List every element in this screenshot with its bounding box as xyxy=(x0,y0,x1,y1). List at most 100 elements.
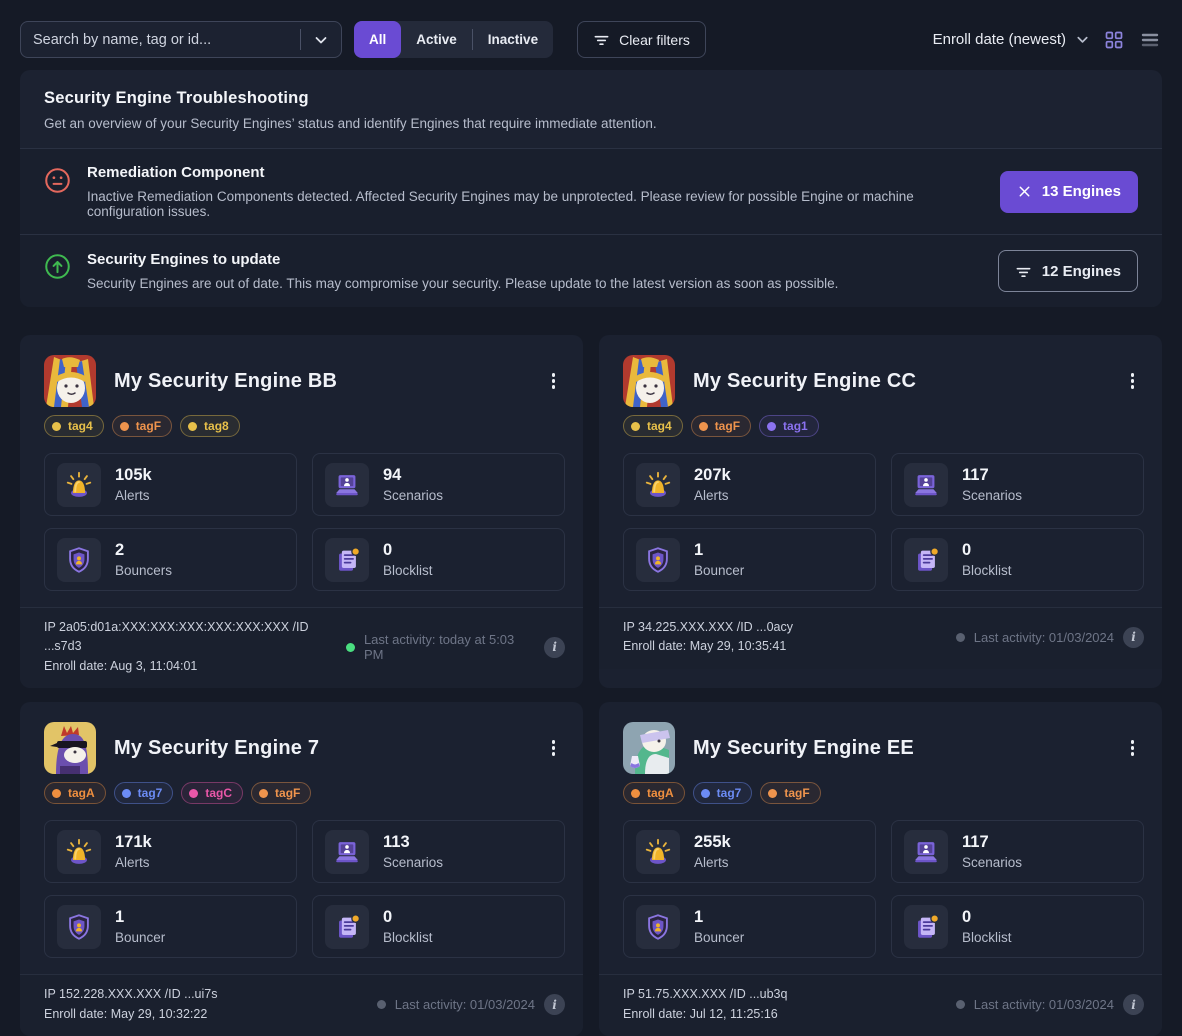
stat-label: Blocklist xyxy=(383,930,433,945)
tag-dot-icon xyxy=(189,789,198,798)
tag-dot-icon xyxy=(188,422,197,431)
stat-value: 1 xyxy=(694,541,744,560)
troubleshooting-title: Security Engine Troubleshooting xyxy=(44,89,657,108)
grid-view-button[interactable] xyxy=(1102,28,1126,52)
tag-pill[interactable]: tagF xyxy=(112,415,172,437)
info-icon[interactable]: i xyxy=(544,994,565,1015)
tag-dot-icon xyxy=(52,422,61,431)
tag-label: tagF xyxy=(784,786,809,800)
stat-alerts: 171kAlerts xyxy=(44,820,297,883)
tab-active[interactable]: Active xyxy=(401,21,472,58)
blocklist-icon xyxy=(904,905,948,949)
stat-value: 207k xyxy=(694,466,731,485)
engine-avatar xyxy=(623,722,675,774)
tag-label: tag1 xyxy=(783,419,808,433)
blocklist-icon xyxy=(904,538,948,582)
tag-dot-icon xyxy=(122,789,131,798)
troubleshooting-panel: Security Engine Troubleshooting Get an o… xyxy=(20,70,1162,307)
tag-pill[interactable]: tag4 xyxy=(623,415,683,437)
siren-icon xyxy=(636,463,680,507)
stat-value: 2 xyxy=(115,541,172,560)
info-icon[interactable]: i xyxy=(1123,627,1144,648)
last-activity: Last activity: today at 5:03 PM xyxy=(364,632,535,662)
stat-blocklist: 0Blocklist xyxy=(891,895,1144,958)
stat-value: 105k xyxy=(115,466,152,485)
tag-pill[interactable]: tag1 xyxy=(759,415,819,437)
status-filter-tabs: All Active Inactive xyxy=(354,21,553,58)
tag-dot-icon xyxy=(631,422,640,431)
stat-grid: 207kAlerts 117Scenarios 1Bouncer 0Blockl… xyxy=(599,437,1162,591)
remediation-engines-button[interactable]: 13 Engines xyxy=(1000,171,1138,213)
stat-value: 113 xyxy=(383,833,443,852)
tag-label: tagF xyxy=(715,419,740,433)
kebab-icon xyxy=(1131,740,1135,756)
tag-pill[interactable]: tagF xyxy=(760,782,820,804)
engines-count-label: 13 Engines xyxy=(1042,183,1121,200)
tag-label: tagC xyxy=(205,786,232,800)
engine-ip: IP 34.225.XXX.XXX /ID ...0acy xyxy=(623,618,793,637)
engine-name: My Security Engine CC xyxy=(693,370,916,393)
activity-status-dot xyxy=(346,643,355,652)
tag-pill[interactable]: tagF xyxy=(251,782,311,804)
stat-scenarios: 94Scenarios xyxy=(312,453,565,516)
stat-label: Bouncers xyxy=(115,563,172,578)
laptop-icon xyxy=(325,463,369,507)
tag-pill[interactable]: tagA xyxy=(623,782,685,804)
card-footer: IP 34.225.XXX.XXX /ID ...0acy Enroll dat… xyxy=(599,607,1162,669)
search-input[interactable] xyxy=(21,32,300,48)
stat-value: 255k xyxy=(694,833,731,852)
siren-icon xyxy=(636,830,680,874)
tag-label: tag7 xyxy=(138,786,163,800)
collapse-panel-button[interactable] xyxy=(1134,95,1138,111)
stat-label: Alerts xyxy=(115,855,152,870)
stat-label: Alerts xyxy=(115,488,152,503)
info-icon[interactable]: i xyxy=(1123,994,1144,1015)
tag-label: tagA xyxy=(647,786,674,800)
stat-bouncers: 1Bouncer xyxy=(44,895,297,958)
tag-pill[interactable]: tag7 xyxy=(693,782,753,804)
tag-pill[interactable]: tag8 xyxy=(180,415,240,437)
filter-icon xyxy=(593,31,610,48)
card-footer: IP 2a05:d01a:XXX:XXX:XXX:XXX:XXX:XXX /ID… xyxy=(20,607,583,688)
stat-alerts: 255kAlerts xyxy=(623,820,876,883)
engine-enroll-date: Enroll date: May 29, 10:32:22 xyxy=(44,1005,217,1024)
stat-grid: 171kAlerts 113Scenarios 1Bouncer 0 Blockl… xyxy=(20,804,583,958)
alert-description: Security Engines are out of date. This m… xyxy=(87,276,982,291)
tag-dot-icon xyxy=(120,422,129,431)
tag-dot-icon xyxy=(631,789,640,798)
siren-icon xyxy=(57,463,101,507)
sort-dropdown[interactable]: Enroll date (newest) xyxy=(933,31,1090,48)
tab-all[interactable]: All xyxy=(354,21,401,58)
engine-menu-button[interactable] xyxy=(1121,365,1145,398)
tag-label: tag8 xyxy=(204,419,229,433)
engine-card-cc: My Security Engine CC tag4 tagF tag1 207… xyxy=(599,335,1162,688)
tag-pill[interactable]: tag7 xyxy=(114,782,174,804)
tag-pill[interactable]: tag4 xyxy=(44,415,104,437)
engine-menu-button[interactable] xyxy=(542,365,566,398)
last-activity: Last activity: 01/03/2024 xyxy=(395,997,535,1012)
list-view-button[interactable] xyxy=(1138,28,1162,52)
engines-count-label: 12 Engines xyxy=(1042,263,1121,280)
alert-description: Inactive Remediation Components detected… xyxy=(87,189,984,219)
tag-pill[interactable]: tagF xyxy=(691,415,751,437)
last-activity: Last activity: 01/03/2024 xyxy=(974,997,1114,1012)
info-icon[interactable]: i xyxy=(544,637,565,658)
tab-inactive[interactable]: Inactive xyxy=(473,21,553,58)
stat-bouncers: 1Bouncer xyxy=(623,528,876,591)
tag-dot-icon xyxy=(699,422,708,431)
tag-label: tagF xyxy=(136,419,161,433)
engine-menu-button[interactable] xyxy=(542,732,566,765)
tag-pill[interactable]: tagA xyxy=(44,782,106,804)
update-engines-button[interactable]: 12 Engines xyxy=(998,250,1138,292)
shield-icon xyxy=(57,905,101,949)
siren-icon xyxy=(57,830,101,874)
tag-dot-icon xyxy=(701,789,710,798)
stat-grid: 105kAlerts 94Scenarios 2Bouncers 0Blockl… xyxy=(20,437,583,591)
engine-menu-button[interactable] xyxy=(1121,732,1145,765)
stat-scenarios: 113Scenarios xyxy=(312,820,565,883)
stat-value: 0 xyxy=(383,908,433,927)
clear-filters-button[interactable]: Clear filters xyxy=(577,21,706,58)
tag-dot-icon xyxy=(767,422,776,431)
search-options-button[interactable] xyxy=(301,22,341,57)
tag-pill[interactable]: tagC xyxy=(181,782,243,804)
